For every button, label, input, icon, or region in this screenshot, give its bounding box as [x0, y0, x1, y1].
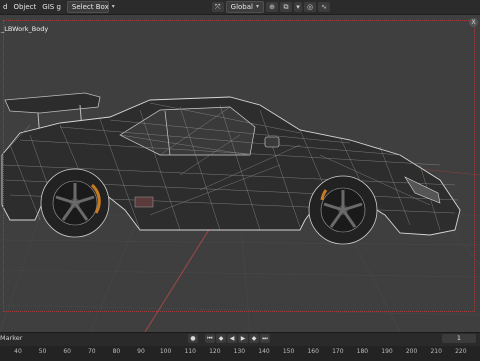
- ruler-tick-label: 80: [112, 348, 121, 355]
- pivot-icon[interactable]: ⊕: [266, 2, 278, 12]
- menu-gis[interactable]: GIS g: [39, 0, 64, 14]
- object-name-label: _LBWork_Body: [1, 25, 49, 33]
- ruler-tick-label: 160: [307, 348, 319, 355]
- ruler-tick-label: 210: [430, 348, 442, 355]
- play-icon[interactable]: ▶: [238, 334, 248, 343]
- ruler-tick-label: 130: [233, 348, 246, 355]
- ruler-tick-label: 180: [356, 348, 369, 355]
- next-keyframe-icon[interactable]: ◆: [249, 334, 259, 343]
- ruler-tick-label: 40: [14, 348, 22, 355]
- ruler-tick-label: 220: [455, 348, 467, 355]
- jump-start-icon[interactable]: ⏮: [205, 334, 215, 343]
- close-icon[interactable]: X: [469, 18, 478, 27]
- timeline-panel: Marker ● ⏮ ◆ ◀ ▶ ◆ ⏭ 1 40 50 60 70 80 90 100 11…: [0, 332, 480, 361]
- marker-menu[interactable]: Marker: [0, 334, 22, 342]
- menu-view[interactable]: d: [0, 0, 10, 14]
- select-mode-label: Select Box: [71, 3, 109, 11]
- jump-end-icon[interactable]: ⏭: [260, 334, 270, 343]
- chevron-down-icon: ▾: [111, 3, 115, 10]
- navigation-gizmo[interactable]: X: [469, 18, 478, 27]
- ruler-tick-label: 170: [332, 348, 344, 355]
- chevron-down-icon: ▾: [255, 3, 259, 10]
- play-reverse-icon[interactable]: ◀: [227, 334, 237, 343]
- select-mode-dropdown[interactable]: Select Box ▾: [66, 1, 115, 13]
- record-icon[interactable]: ●: [188, 334, 198, 343]
- transform-orientation-icon[interactable]: ⤧: [211, 2, 224, 12]
- menu-gis-suffix: g: [56, 3, 61, 11]
- prev-keyframe-icon[interactable]: ◆: [216, 334, 226, 343]
- timeline-ruler[interactable]: 40 50 60 70 80 90 100 110 120 130 140 150 160 170 180 1…: [0, 346, 480, 361]
- ruler-tick-label: 200: [405, 348, 418, 355]
- camera-frame: [3, 20, 475, 312]
- ruler-tick-label: 140: [258, 348, 270, 355]
- snap-options-icon[interactable]: ▾: [294, 2, 302, 12]
- ruler-tick-label: 60: [63, 348, 72, 355]
- transform-orientation-label: Global: [230, 3, 253, 11]
- menu-object[interactable]: Object: [10, 0, 39, 14]
- 3d-viewport[interactable]: _LBWork_Body X: [0, 15, 480, 332]
- transform-orientation-dropdown[interactable]: Global ▾: [225, 1, 264, 13]
- viewport-header: d Object GIS g Select Box ▾ ⤧ Global ▾ ⊕…: [0, 0, 480, 15]
- ruler-tick-label: 50: [38, 348, 47, 355]
- ruler-tick-label: 100: [159, 348, 172, 355]
- ruler-tick-label: 150: [282, 348, 295, 355]
- proportional-edit-icon[interactable]: ◎: [304, 2, 316, 12]
- menu-gis-label: GIS: [42, 3, 55, 11]
- ruler-tick-label: 190: [381, 348, 393, 355]
- ruler-tick-label: 90: [137, 348, 145, 355]
- snap-icon[interactable]: ⧉: [280, 2, 292, 12]
- playback-controls: ● ⏮ ◆ ◀ ▶ ◆ ⏭: [188, 334, 270, 343]
- ruler-tick-label: 110: [184, 348, 196, 355]
- curve-icon[interactable]: ∿: [318, 2, 330, 12]
- ruler-tick-label: 120: [209, 348, 221, 355]
- current-frame-field[interactable]: 1: [442, 334, 476, 343]
- ruler-tick-label: 70: [87, 348, 96, 355]
